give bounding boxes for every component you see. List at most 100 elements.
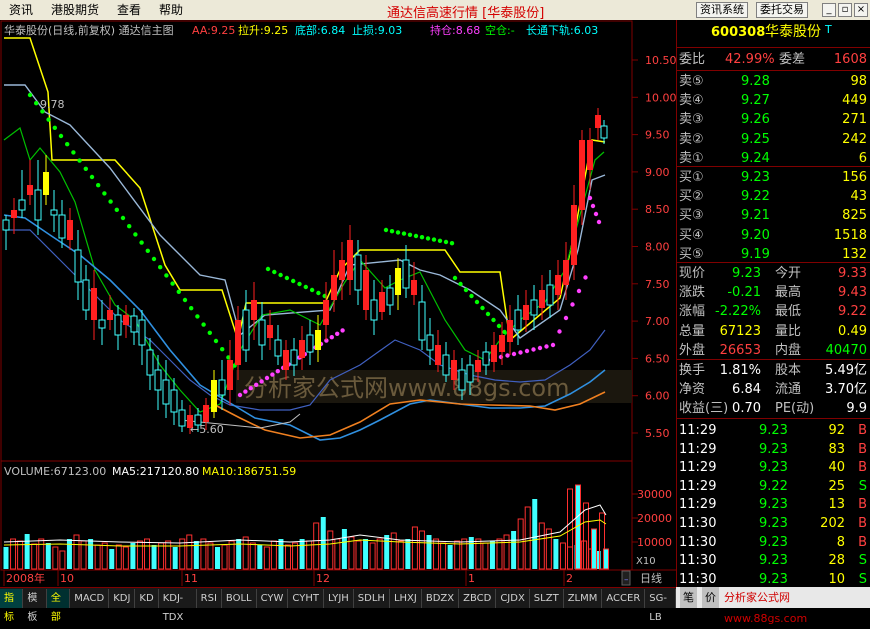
period-label[interactable]: 日线 (640, 571, 662, 585)
signal-dot (237, 392, 243, 398)
close-icon[interactable]: × (854, 3, 868, 17)
price-tick: 9.50 (645, 129, 670, 142)
tab-macd[interactable]: MACD (70, 588, 110, 608)
menu-item-help[interactable]: 帮助 (150, 0, 192, 20)
tab-lyjh[interactable]: LYJH (324, 588, 354, 608)
volume-bar (489, 541, 495, 569)
tab-全部[interactable]: 全部 (46, 588, 71, 623)
candle (306, 334, 314, 353)
stat-row: 现价 9.23 今开 9.33 (677, 264, 870, 283)
signal-dot (511, 351, 517, 357)
tick-volume: 83 (828, 441, 845, 457)
candle (299, 340, 305, 358)
candle (347, 240, 353, 280)
menu-item-view[interactable]: 查看 (108, 0, 150, 20)
tab-sdlh[interactable]: SDLH (354, 588, 390, 608)
scroll-arrow-icon[interactable]: – (624, 575, 629, 585)
fin-value: 5.49亿 (825, 363, 867, 378)
tab-cyw[interactable]: CYW (257, 588, 289, 608)
tick-time: 11:30 (679, 553, 717, 569)
candle (491, 345, 497, 362)
tab-boll[interactable]: BOLL (222, 588, 257, 608)
bid-volume: 132 (842, 246, 867, 262)
signal-dot (27, 92, 33, 98)
tab-accer[interactable]: ACCER (602, 588, 646, 608)
signal-dot (583, 275, 588, 280)
tab-zlmm[interactable]: ZLMM (564, 588, 603, 608)
candle (363, 270, 369, 310)
volume-bar (278, 539, 284, 569)
fin-row: 收益(三) 0.70 PE(动) 9.9 (677, 399, 870, 418)
tick-price: 9.23 (759, 497, 788, 513)
tick-side: B (858, 460, 867, 476)
signal-dot (291, 278, 296, 284)
tab-sg-lb[interactable]: SG-LB (645, 588, 676, 623)
indicator-6: 长通下轨:6.03 (526, 23, 598, 37)
tick-row: 11:30 9.23 202 B (677, 514, 870, 533)
signal-dot (133, 232, 138, 237)
volume-bar (215, 547, 220, 569)
tab-指标[interactable]: 指标 (0, 588, 24, 623)
volume-bar (447, 545, 453, 569)
signal-dot (452, 275, 458, 281)
tab-prices[interactable]: 价 (702, 587, 719, 608)
candle (283, 350, 289, 370)
candle (162, 379, 170, 405)
tab-cyht[interactable]: CYHT (288, 588, 324, 608)
volume-bar (3, 547, 9, 569)
tab-bdzx[interactable]: BDZX (422, 588, 460, 608)
high-annotation: 9.78 (40, 98, 65, 111)
tick-row: 11:29 9.23 92 B (677, 421, 870, 440)
kline-chart[interactable]: 华泰股份(日线,前复权) 通达信主图 AA:9.25 拉升:9.25 底部:6.84… (0, 20, 676, 587)
tab-kd[interactable]: KD (135, 588, 159, 608)
tick-row: 11:29 9.22 25 S (677, 477, 870, 496)
tab-rsi[interactable]: RSI (197, 588, 222, 608)
news-system-button[interactable]: 资讯系统 (696, 2, 748, 18)
tab-cjdx[interactable]: CJDX (496, 588, 530, 608)
restore-icon[interactable]: ▫ (838, 3, 852, 17)
candle (91, 288, 97, 320)
candle (546, 284, 554, 306)
volume-tick: 20000 (637, 512, 672, 525)
fin-value: 1.81% (719, 363, 761, 378)
window-title: 通达信高速行情 [华泰股份] (387, 6, 545, 21)
candle (354, 254, 362, 291)
stat-value: 0.49 (838, 323, 867, 339)
stat-label: 外盘 (679, 342, 706, 358)
ask-row: 卖② 9.25 242 (677, 130, 870, 149)
candle (563, 260, 569, 285)
price-tick: 6.50 (645, 352, 670, 365)
tab-zbcd[interactable]: ZBCD (459, 588, 497, 608)
fin-value: 3.70亿 (825, 382, 867, 398)
fin-label: 股本 (775, 363, 802, 378)
tab-模板[interactable]: 模板 (23, 588, 47, 623)
candle (442, 354, 450, 376)
trade-button[interactable]: 委托交易 (756, 2, 808, 18)
tick-side: B (858, 516, 867, 531)
candle (227, 360, 233, 390)
menu-item-news[interactable]: 资讯 (0, 0, 42, 20)
minimize-icon[interactable]: _ (822, 3, 836, 17)
signal-dot (182, 297, 188, 303)
signal-dot (485, 311, 491, 317)
bid-label: 买② (679, 189, 704, 205)
volume-bar (109, 549, 115, 569)
volume-bar (151, 545, 157, 569)
tab-lhxj[interactable]: LHXJ (390, 588, 422, 608)
ratio-value: 42.99% (725, 52, 775, 67)
signal-dot (108, 199, 113, 204)
tab-slzt[interactable]: SLZT (530, 588, 564, 608)
signal-dot (480, 305, 485, 311)
volume-bar (130, 543, 136, 569)
bid-row: 买⑤ 9.19 132 (677, 245, 870, 264)
date-tick: 2008年 (6, 571, 45, 585)
candle (499, 335, 505, 352)
ask-price: 9.26 (741, 112, 770, 128)
indicator-3: 止损:9.03 (352, 23, 402, 37)
diff-value: 1608 (833, 52, 867, 67)
tab-kdj-tdx[interactable]: KDJ-TDX (159, 588, 197, 623)
tab-trades[interactable]: 笔 (680, 587, 697, 608)
tab-kdj[interactable]: KDJ (109, 588, 136, 608)
menu-item-hk-futures[interactable]: 港股期货 (42, 0, 108, 20)
fin-row: 换手 1.81% 股本 5.49亿 (677, 361, 870, 380)
